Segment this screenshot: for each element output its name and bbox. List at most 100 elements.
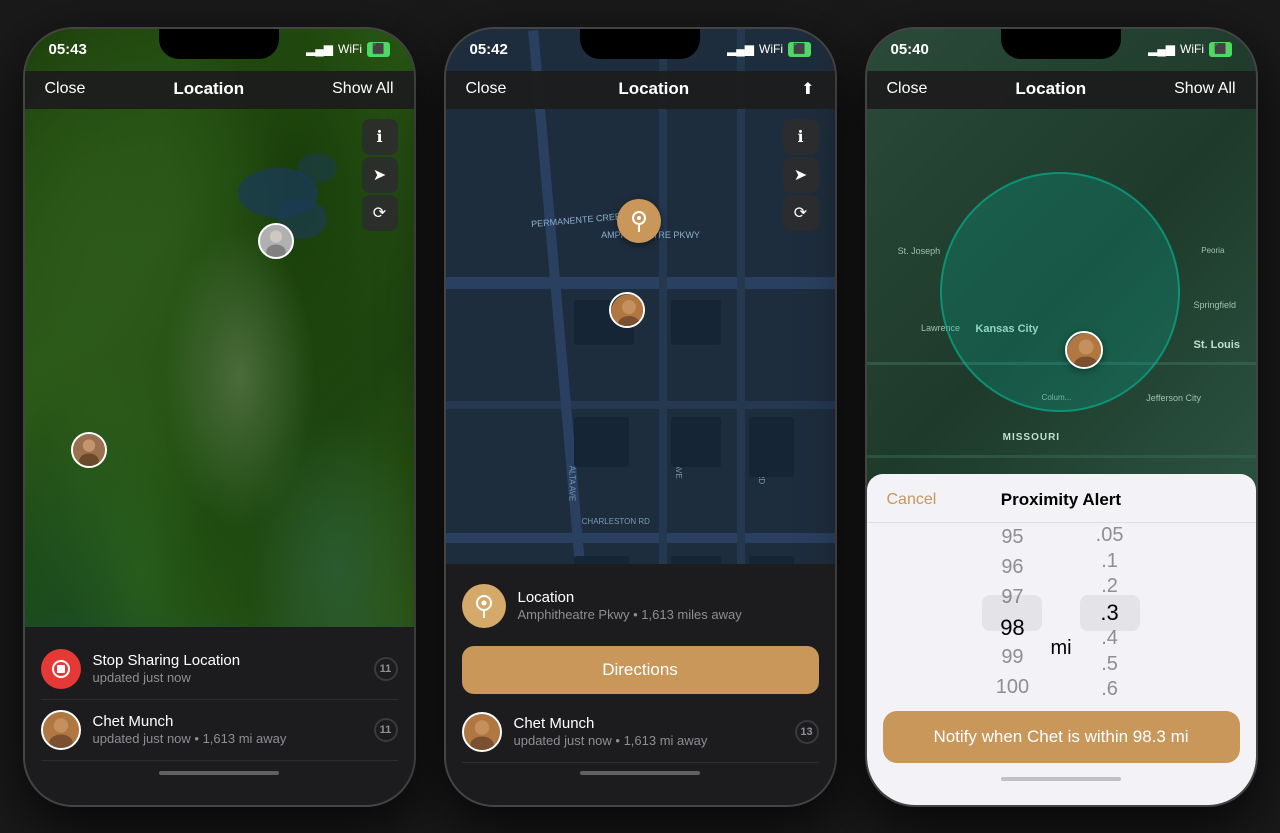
city-jefferson-city: Jefferson City <box>1146 393 1201 403</box>
battery-icon-2: ⬛ <box>788 42 810 57</box>
close-button-3[interactable]: Close <box>887 80 928 98</box>
chet-map-pin-3 <box>1065 331 1103 369</box>
signal-icon-1: ▂▄▆ <box>306 42 333 56</box>
time-2: 05:42 <box>470 41 508 58</box>
home-indicator-2 <box>580 771 700 775</box>
notch-2 <box>580 29 700 59</box>
person1-map-pin <box>71 432 107 468</box>
chet-title-2: Chet Munch <box>514 715 783 732</box>
info-button[interactable]: ℹ <box>362 119 398 155</box>
picker-dec-5: .5 <box>1080 651 1140 677</box>
status-icons-1: ▂▄▆ WiFi ⬛ <box>306 42 389 57</box>
share-button-2[interactable]: ⬆ <box>801 79 814 99</box>
home-indicator-3 <box>1001 777 1121 781</box>
city-st-joseph: St. Joseph <box>898 246 941 256</box>
stop-sharing-icon <box>41 649 81 689</box>
map-controls-2: ℹ ➤ ⟳ <box>783 119 819 231</box>
chet-avatar-1 <box>41 710 81 750</box>
picker-numbers[interactable]: 95 96 97 98 99 100 <box>982 523 1042 703</box>
chet-title-1: Chet Munch <box>93 713 362 730</box>
city-st-louis: St. Louis <box>1194 339 1240 351</box>
picker-decimals[interactable]: .05 .1 .2 .3 .4 .5 .6 <box>1080 523 1140 703</box>
chet-subtitle-2: updated just now • 1,613 mi away <box>514 733 783 748</box>
time-1: 05:43 <box>49 41 87 58</box>
home-indicator-1 <box>159 771 279 775</box>
city-springfield-il: Springfield <box>1194 300 1237 310</box>
bottom-panel-1: Stop Sharing Location updated just now 1… <box>25 627 414 805</box>
picker-dec-1: .1 <box>1080 548 1140 574</box>
modal-cancel-button[interactable]: Cancel <box>887 491 937 509</box>
status-icons-3: ▂▄▆ WiFi ⬛ <box>1148 42 1231 57</box>
chet-avatar-2 <box>462 712 502 752</box>
signal-icon-2: ▂▄▆ <box>727 42 754 56</box>
wifi-icon-3: WiFi <box>1180 42 1204 56</box>
chet-text-1: Chet Munch updated just now • 1,613 mi a… <box>93 713 362 746</box>
location-pin <box>617 199 661 243</box>
state-missouri: MISSOURI <box>1003 432 1060 443</box>
close-button-1[interactable]: Close <box>45 80 86 98</box>
picker-num-97: 97 <box>982 583 1042 613</box>
picker-dec-3: .3 <box>1080 600 1140 626</box>
show-all-button-1[interactable]: Show All <box>332 80 393 98</box>
map-controls-1: ℹ ➤ ⟳ <box>362 119 398 231</box>
time-3: 05:40 <box>891 41 929 58</box>
wifi-icon-2: WiFi <box>759 42 783 56</box>
stop-sharing-subtitle: updated just now <box>93 670 362 685</box>
directions-button[interactable]: Directions <box>462 646 819 694</box>
signal-icon-3: ▂▄▆ <box>1148 42 1175 56</box>
location-button[interactable]: ➤ <box>362 157 398 193</box>
picker-unit: mi <box>1042 631 1079 667</box>
modal-header: Cancel Proximity Alert <box>867 474 1256 523</box>
picker-dec-6: .6 <box>1080 677 1140 703</box>
status-icons-2: ▂▄▆ WiFi ⬛ <box>727 42 810 57</box>
chet-item-1[interactable]: Chet Munch updated just now • 1,613 mi a… <box>41 700 398 761</box>
picker-num-95: 95 <box>982 523 1042 553</box>
notch-1 <box>159 29 279 59</box>
layers-button[interactable]: ⟳ <box>362 195 398 231</box>
nav-bar-2: Close Location ⬆ <box>446 71 835 109</box>
city-peoria: Peoria <box>1201 246 1224 255</box>
modal-title: Proximity Alert <box>1001 490 1121 510</box>
stop-sharing-text: Stop Sharing Location updated just now <box>93 652 362 685</box>
info-button-2[interactable]: ℹ <box>783 119 819 155</box>
chet-text-2: Chet Munch updated just now • 1,613 mi a… <box>514 715 783 748</box>
picker-dec-05: .05 <box>1080 523 1140 549</box>
chet-badge-1: 11 <box>374 718 398 742</box>
proximity-alert-modal: Cancel Proximity Alert 95 96 97 98 99 10… <box>867 474 1256 805</box>
stop-sharing-item[interactable]: Stop Sharing Location updated just now 1… <box>41 639 398 700</box>
layers-button-2[interactable]: ⟳ <box>783 195 819 231</box>
location-button-2[interactable]: ➤ <box>783 157 819 193</box>
proximity-circle <box>940 172 1180 412</box>
phone-2: PERMANENTE CREEK AMPHITHEATRE PKWY ALTA … <box>444 27 837 807</box>
road-label-3: ALTA AVE <box>568 465 577 501</box>
phone-3: St. Joseph Lawrence Kansas City Peoria S… <box>865 27 1258 807</box>
road-label-6: CHARLESTON RD <box>582 517 650 526</box>
location-card-text: Location Amphitheatre Pkwy • 1,613 miles… <box>518 589 819 622</box>
picker-dec-4: .4 <box>1080 626 1140 652</box>
location-card-icon <box>462 584 506 628</box>
chet-item-2[interactable]: Chet Munch updated just now • 1,613 mi a… <box>462 702 819 763</box>
chet-subtitle-1: updated just now • 1,613 mi away <box>93 731 362 746</box>
picker-num-98: 98 <box>982 613 1042 643</box>
close-button-2[interactable]: Close <box>466 80 507 98</box>
show-all-button-3[interactable]: Show All <box>1174 80 1235 98</box>
battery-icon-1: ⬛ <box>367 42 389 57</box>
stop-sharing-badge: 11 <box>374 657 398 681</box>
wifi-icon-1: WiFi <box>338 42 362 56</box>
stop-sharing-title: Stop Sharing Location <box>93 652 362 669</box>
nav-bar-1: Close Location Show All <box>25 71 414 109</box>
person2-map-pin <box>258 223 294 259</box>
notch-3 <box>1001 29 1121 59</box>
bottom-panel-2: Location Amphitheatre Pkwy • 1,613 miles… <box>446 564 835 805</box>
location-card-title: Location <box>518 589 819 606</box>
nav-title-2: Location <box>618 79 689 99</box>
chet-map-pin <box>609 292 645 328</box>
picker-num-96: 96 <box>982 553 1042 583</box>
nav-title-3: Location <box>1015 79 1086 99</box>
location-card: Location Amphitheatre Pkwy • 1,613 miles… <box>462 572 819 638</box>
nav-title-1: Location <box>173 79 244 99</box>
notify-button[interactable]: Notify when Chet is within 98.3 mi <box>883 711 1240 763</box>
picker-dec-2: .2 <box>1080 574 1140 600</box>
picker-container[interactable]: 95 96 97 98 99 100 mi .05 .1 .2 <box>867 523 1256 703</box>
picker-num-99: 99 <box>982 643 1042 673</box>
